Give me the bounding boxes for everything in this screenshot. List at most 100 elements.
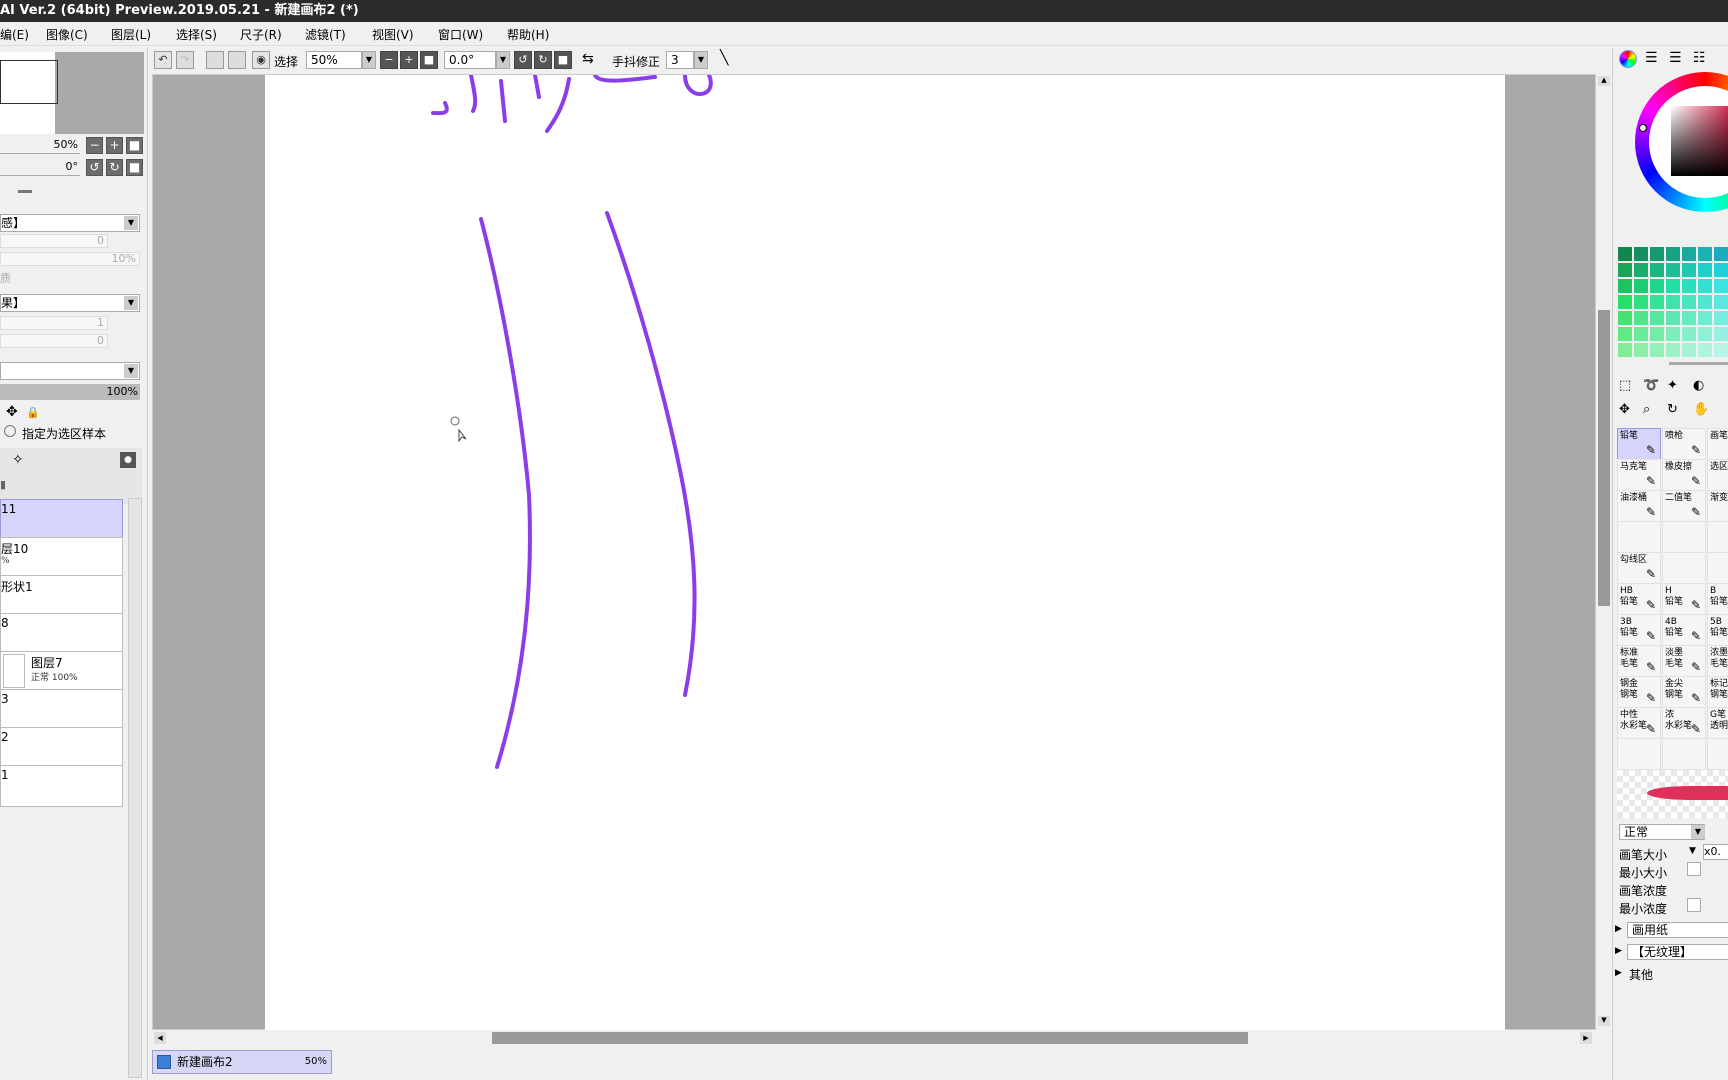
color-swatch[interactable] xyxy=(1649,246,1665,262)
color-swatch[interactable] xyxy=(1681,246,1697,262)
menu-window[interactable]: 窗口(W) xyxy=(438,26,483,43)
color-swatch[interactable] xyxy=(1617,326,1633,342)
canvas-area[interactable] xyxy=(152,74,1596,1031)
magic-wand-icon[interactable]: ✦ xyxy=(1667,378,1678,393)
brush-tool-slot[interactable]: 5B铅笔✎ xyxy=(1707,614,1728,647)
texture-scale-field[interactable]: 0 xyxy=(0,234,108,248)
nav-rotate-left-button[interactable]: ↺ xyxy=(86,159,103,176)
menu-select[interactable]: 选择(S) xyxy=(176,26,217,43)
brush-tool-slot[interactable]: 3B 铅笔 ✎ xyxy=(1617,614,1661,647)
stabilizer-dropdown[interactable]: ▼ xyxy=(694,51,708,69)
color-swatch[interactable] xyxy=(1633,342,1649,358)
brush-tool-slot[interactable]: 勾线区 ✎ xyxy=(1617,552,1661,585)
color-swatch[interactable] xyxy=(1633,246,1649,262)
rotate-reset-button[interactable]: ■ xyxy=(554,51,572,69)
color-swatch[interactable] xyxy=(1713,278,1728,294)
menu-view[interactable]: 视图(V) xyxy=(372,26,414,43)
brush-tool-slot[interactable]: H 铅笔 ✎ xyxy=(1662,583,1706,616)
color-swatch[interactable] xyxy=(1665,246,1681,262)
line-icon[interactable]: ╲ xyxy=(720,50,728,66)
eye-icon[interactable]: ◉ xyxy=(252,51,270,69)
stabilizer-field[interactable]: 3 xyxy=(666,51,694,69)
nav-zoom-out-button[interactable]: − xyxy=(86,137,103,154)
color-swatch[interactable] xyxy=(1617,294,1633,310)
color-swatch[interactable] xyxy=(1697,342,1713,358)
brush-tool-slot[interactable] xyxy=(1662,738,1706,771)
navigator-thumbnail[interactable] xyxy=(0,52,144,134)
color-swatch[interactable] xyxy=(1681,294,1697,310)
brush-blend-dropdown[interactable]: ▼ xyxy=(1691,825,1705,839)
color-swatch[interactable] xyxy=(1649,342,1665,358)
undo-button[interactable]: ↶ xyxy=(154,51,172,69)
brush-tool-slot[interactable] xyxy=(1707,521,1728,554)
brush-tool-slot[interactable]: 标准 毛笔 ✎ xyxy=(1617,645,1661,678)
brush-tool-slot[interactable]: G笔透明✎ xyxy=(1707,707,1728,740)
lasso-icon[interactable]: ➰ xyxy=(1643,378,1659,393)
rect-select-icon[interactable]: ⬚ xyxy=(1619,378,1631,393)
menu-help[interactable]: 帮助(H) xyxy=(507,26,549,43)
color-swatch[interactable] xyxy=(1713,310,1728,326)
color-swatch[interactable] xyxy=(1617,310,1633,326)
brush-tool-slot[interactable]: HB 铅笔 ✎ xyxy=(1617,583,1661,616)
color-swatch[interactable] xyxy=(1617,262,1633,278)
brush-tool-slot[interactable] xyxy=(1662,521,1706,554)
color-swatch[interactable] xyxy=(1665,310,1681,326)
rotate-tool-icon[interactable]: ↻ xyxy=(1667,402,1678,417)
brush-tool-slot[interactable]: 标记钢笔✎ xyxy=(1707,676,1728,709)
mixer-tab-icon[interactable]: ☷ xyxy=(1693,50,1706,66)
document-tab[interactable]: 新建画布2 50% xyxy=(152,1050,332,1074)
layer-row[interactable]: 3 xyxy=(0,689,123,731)
navigator-viewport[interactable] xyxy=(0,60,58,104)
horizontal-scrollbar[interactable]: ◀ ▶ xyxy=(152,1030,1596,1046)
invert-selection-button[interactable] xyxy=(228,51,246,69)
hue-handle[interactable] xyxy=(1639,124,1647,132)
brush-tool-slot[interactable]: 浓水彩笔 ✎ xyxy=(1662,707,1706,740)
nav-rotate-right-button[interactable]: ↻ xyxy=(106,159,123,176)
color-swatch[interactable] xyxy=(1649,278,1665,294)
brush-size-dropdown[interactable]: ▼ xyxy=(1689,846,1696,856)
zoom-dropdown[interactable]: ▼ xyxy=(362,51,376,69)
effect-strength-field[interactable]: 0 xyxy=(0,334,108,348)
menu-edit[interactable]: 编(E) xyxy=(0,26,29,43)
min-density-checkbox[interactable] xyxy=(1687,898,1701,912)
layer-row[interactable]: 2 xyxy=(0,727,123,769)
deselect-button[interactable] xyxy=(206,51,224,69)
vertical-scrollbar[interactable]: ▲ ▼ xyxy=(1596,74,1612,1030)
rotate-right-button[interactable]: ↻ xyxy=(534,51,552,69)
color-swatch[interactable] xyxy=(1665,262,1681,278)
vertical-scroll-thumb[interactable] xyxy=(1598,310,1610,606)
brush-tool-slot[interactable]: 画笔✎ xyxy=(1707,428,1728,461)
hsv-slider-tab-icon[interactable]: ☰ xyxy=(1669,50,1682,66)
brush-tool-slot[interactable]: 二值笔 ✎ xyxy=(1662,490,1706,523)
zoom-reset-button[interactable]: ■ xyxy=(420,51,438,69)
redo-button[interactable]: ↷ xyxy=(176,51,194,69)
color-swatch[interactable] xyxy=(1681,262,1697,278)
color-swatch[interactable] xyxy=(1697,262,1713,278)
nav-zoom-in-button[interactable]: + xyxy=(106,137,123,154)
layer-row[interactable]: 形状1 xyxy=(0,575,123,617)
brush-tool-slot[interactable]: 油漆桶 ✎ xyxy=(1617,490,1661,523)
effect-width-field[interactable]: 1 xyxy=(0,316,108,330)
color-swatch[interactable] xyxy=(1665,294,1681,310)
brush-tool-slot[interactable]: 浓墨毛笔✎ xyxy=(1707,645,1728,678)
brush-tool-slot[interactable]: 渐变✎ xyxy=(1707,490,1728,523)
color-wheel-tab-icon[interactable] xyxy=(1619,50,1637,68)
scroll-down-button[interactable]: ▼ xyxy=(1598,1016,1610,1026)
color-swatch[interactable] xyxy=(1633,310,1649,326)
color-swatch[interactable] xyxy=(1633,262,1649,278)
color-wheel[interactable] xyxy=(1635,72,1728,212)
trash-icon[interactable]: ▮ xyxy=(0,478,6,491)
color-swatch[interactable] xyxy=(1697,294,1713,310)
canvas-page[interactable] xyxy=(265,75,1505,1031)
color-swatch[interactable] xyxy=(1713,342,1728,358)
brush-tool-slot[interactable]: 淡墨 毛笔 ✎ xyxy=(1662,645,1706,678)
color-swatch[interactable] xyxy=(1697,310,1713,326)
color-swatch[interactable] xyxy=(1681,342,1697,358)
texture-field[interactable]: 【无纹理】 xyxy=(1627,944,1728,960)
swatch-palette[interactable] xyxy=(1617,246,1728,358)
nav-rotate-reset-button[interactable]: ■ xyxy=(126,159,143,176)
brush-tool-slot[interactable]: 橡皮擦 ✎ xyxy=(1662,459,1706,492)
angle-field[interactable]: 0.0° xyxy=(444,51,496,69)
opacity-slider[interactable]: 100% xyxy=(0,384,140,400)
menu-image[interactable]: 图像(C) xyxy=(46,26,88,43)
